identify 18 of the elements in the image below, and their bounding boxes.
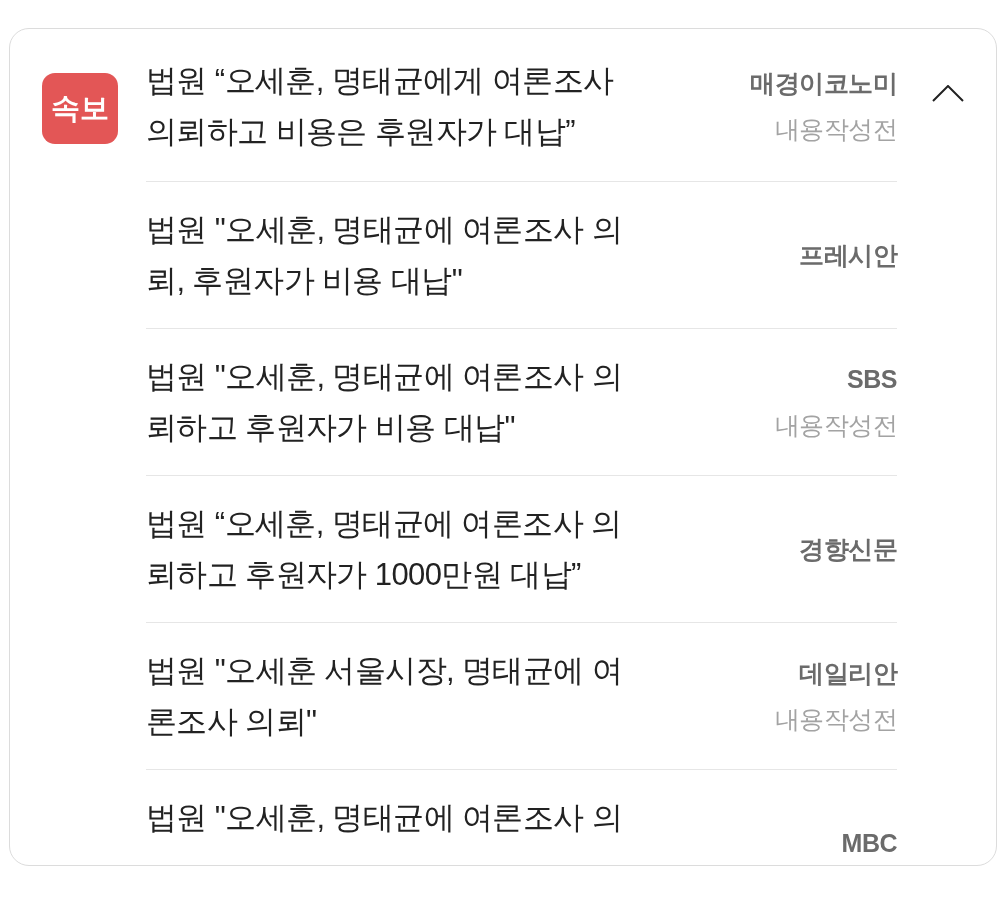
source-name: 매경이코노미 <box>750 68 897 99</box>
source-name: 프레시안 <box>799 240 897 271</box>
status-note: 내용작성전 <box>774 704 897 735</box>
status-note: 내용작성전 <box>774 114 897 145</box>
source-name: MBC <box>841 828 897 859</box>
headline-link[interactable]: 법원 "오세훈, 명태균에 여론조사 의 뢰, 후원자가 비용 대납" <box>146 204 623 306</box>
headline-link[interactable]: 법원 "오세훈, 명태균에 여론조사 의 뢰하고 후원자가 비용 대납" <box>146 351 623 453</box>
source-name: 데일리안 <box>799 658 897 689</box>
status-note: 내용작성전 <box>774 410 897 441</box>
source-name: SBS <box>847 364 897 395</box>
headline-link[interactable]: 법원 "오세훈, 명태균에 여론조사 의 <box>146 792 623 843</box>
headline-link[interactable]: 법원 “오세훈, 명태균에 여론조사 의 뢰하고 후원자가 1000만원 대납” <box>146 498 622 600</box>
source-name: 경향신문 <box>799 534 897 565</box>
collapse-button[interactable] <box>932 85 964 102</box>
breaking-news-badge: 속보 <box>42 73 118 144</box>
headline-link[interactable]: 법원 "오세훈 서울시장, 명태균에 여 론조사 의뢰" <box>146 645 623 747</box>
chevron-up-icon <box>932 85 964 102</box>
headline-link[interactable]: 법원 “오세훈, 명태균에게 여론조사 의뢰하고 비용은 후원자가 대납” <box>146 55 614 157</box>
